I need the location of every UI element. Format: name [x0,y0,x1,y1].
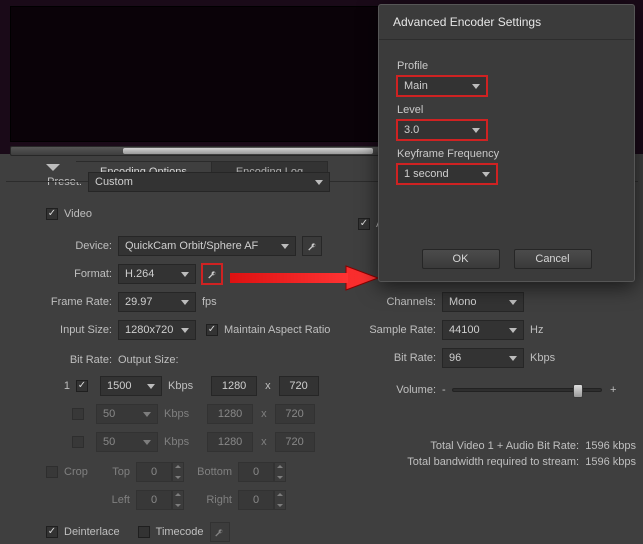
total-bitrate-row: Total Video 1 + Audio Bit Rate: 1596 kbp… [356,438,636,454]
output-width-2: 1280 [207,404,253,424]
cancel-button[interactable]: Cancel [514,249,592,269]
format-label: Format: [6,268,112,280]
inputsize-label: Input Size: [6,324,112,336]
ok-button[interactable]: OK [422,249,500,269]
format-settings-button[interactable] [202,264,222,284]
output-height-2: 720 [275,404,315,424]
audio-bitrate-label: Bit Rate: [358,352,436,364]
audio-kbps-label: Kbps [530,352,555,364]
x-label-3: x [261,436,267,448]
deinterlace-label: Deinterlace [64,526,120,538]
profile-dropdown[interactable]: Main [397,76,487,96]
video-section-label: Video [64,208,92,220]
crop-top-stepper [172,462,184,482]
output-width-3: 1280 [207,432,253,452]
stream3-checkbox[interactable] [72,436,84,448]
volume-slider[interactable] [452,388,602,392]
total-bandwidth-row: Total bandwidth required to stream: 1596… [356,454,636,470]
level-label: Level [397,104,616,116]
crop-bottom-stepper [274,462,286,482]
volume-max: + [610,384,616,396]
bitrate-label: Bit Rate: [6,354,112,366]
framerate-dropdown[interactable]: 29.97 [118,292,196,312]
deinterlace-checkbox[interactable] [46,526,58,538]
crop-bottom-input: 0 [238,462,274,482]
level-dropdown[interactable]: 3.0 [397,120,487,140]
preset-dropdown[interactable]: Custom [88,172,330,192]
crop-left-label: Left [100,494,130,506]
device-settings-button[interactable] [302,236,322,256]
crop-right-input: 0 [238,490,274,510]
crop-right-stepper [274,490,286,510]
volume-label: Volume: [358,384,436,396]
framerate-unit: fps [202,296,217,308]
crop-left-input: 0 [136,490,172,510]
crop-top-label: Top [100,466,130,478]
crop-label: Crop [64,466,100,478]
audio-enable-checkbox[interactable] [358,218,370,230]
x-label-2: x [261,408,267,420]
output-width-1[interactable]: 1280 [211,376,257,396]
channels-dropdown[interactable]: Mono [442,292,524,312]
stream1-checkbox[interactable] [76,380,88,392]
kbps-label-1: Kbps [168,380,193,392]
bitrate1-dropdown[interactable]: 1500 [100,376,162,396]
outputsize-label: Output Size: [118,354,224,366]
hz-label: Hz [530,324,543,336]
samplerate-dropdown[interactable]: 44100 [442,320,524,340]
bitrate2-dropdown: 50 [96,404,158,424]
aspect-checkbox[interactable] [206,324,218,336]
stream-index: 1 [6,380,70,392]
panel-collapse-icon[interactable] [46,164,60,171]
volume-thumb[interactable] [573,384,583,398]
crop-right-label: Right [184,494,232,506]
audio-bitrate-dropdown[interactable]: 96 [442,348,524,368]
output-height-3: 720 [275,432,315,452]
crop-top-input: 0 [136,462,172,482]
volume-min: - [442,384,452,396]
timecode-label: Timecode [156,526,204,538]
keyframe-label: Keyframe Frequency [397,148,616,160]
device-label: Device: [6,240,112,252]
output-height-1[interactable]: 720 [279,376,319,396]
crop-bottom-label: Bottom [184,466,232,478]
samplerate-label: Sample Rate: [358,324,436,336]
inputsize-dropdown[interactable]: 1280x720 [118,320,196,340]
crop-left-stepper [172,490,184,510]
timecode-settings-button [210,522,230,542]
framerate-label: Frame Rate: [6,296,112,308]
device-dropdown[interactable]: QuickCam Orbit/Sphere AF [118,236,296,256]
stream2-checkbox[interactable] [72,408,84,420]
format-dropdown[interactable]: H.264 [118,264,196,284]
channels-label: Channels: [358,296,436,308]
video-enable-checkbox[interactable] [46,208,58,220]
bitrate3-dropdown: 50 [96,432,158,452]
aspect-label: Maintain Aspect Ratio [224,324,330,336]
crop-checkbox[interactable] [46,466,58,478]
advanced-encoder-popup: Advanced Encoder Settings Profile Main L… [378,4,635,282]
x-label-1: x [265,380,271,392]
popup-title: Advanced Encoder Settings [379,5,634,40]
timecode-checkbox[interactable] [138,526,150,538]
profile-label: Profile [397,60,616,72]
keyframe-dropdown[interactable]: 1 second [397,164,497,184]
kbps-label-2: Kbps [164,408,189,420]
kbps-label-3: Kbps [164,436,189,448]
